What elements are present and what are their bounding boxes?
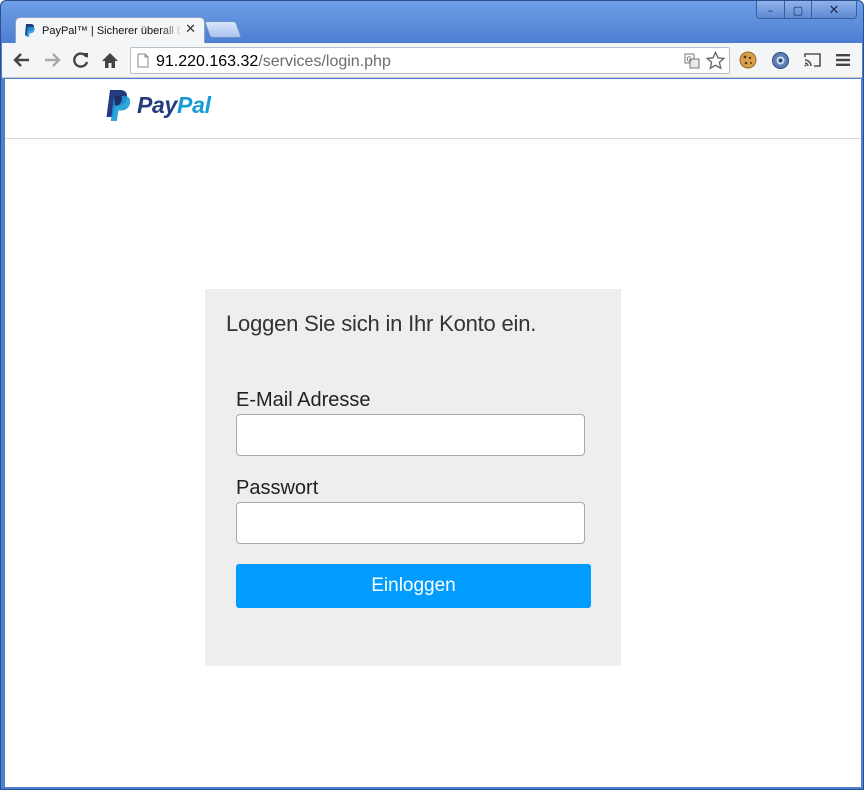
paypal-wordmark: PayPal bbox=[137, 92, 211, 119]
browser-tab[interactable]: PayPal™ | Sicherer überall bezahlen ✕ bbox=[15, 17, 205, 43]
email-field[interactable] bbox=[236, 414, 585, 456]
url-text: 91.220.163.32/services/login.php bbox=[156, 53, 391, 71]
password-label: Passwort bbox=[236, 477, 319, 499]
browser-window: – ▢ ✕ PayPal™ | Sicherer überall bezahle… bbox=[0, 0, 864, 790]
title-bar: – ▢ ✕ PayPal™ | Sicherer überall bezahle… bbox=[1, 1, 863, 43]
password-field[interactable] bbox=[236, 502, 585, 544]
menu-icon[interactable] bbox=[833, 50, 853, 70]
paypal-logo[interactable]: PayPal bbox=[105, 90, 211, 121]
url-host: 91.220.163.32 bbox=[156, 53, 259, 70]
globe-extension-icon[interactable] bbox=[770, 50, 790, 70]
email-label: E-Mail Adresse bbox=[236, 389, 371, 411]
star-icon[interactable] bbox=[705, 50, 726, 75]
login-card: Loggen Sie sich in Ihr Konto ein. E-Mail… bbox=[205, 289, 621, 666]
window-controls: – ▢ ✕ bbox=[756, 1, 857, 19]
tab-close-icon[interactable]: ✕ bbox=[185, 22, 196, 37]
tab-title: PayPal™ | Sicherer überall bezahlen bbox=[42, 24, 182, 37]
login-button[interactable]: Einloggen bbox=[236, 564, 591, 608]
address-bar[interactable]: 91.220.163.32/services/login.php G bbox=[130, 47, 730, 74]
paypal-monogram-icon bbox=[106, 90, 131, 121]
logo-pal: Pal bbox=[177, 92, 211, 118]
minimize-button[interactable]: – bbox=[757, 1, 784, 18]
home-icon[interactable] bbox=[100, 50, 120, 70]
login-heading: Loggen Sie sich in Ihr Konto ein. bbox=[226, 311, 537, 336]
back-arrow-icon[interactable] bbox=[12, 50, 32, 70]
browser-toolbar: 91.220.163.32/services/login.php G bbox=[2, 43, 862, 78]
cast-icon[interactable] bbox=[802, 50, 822, 70]
paypal-favicon-icon bbox=[24, 23, 36, 38]
cookie-icon[interactable] bbox=[738, 50, 758, 70]
translate-icon[interactable]: G bbox=[684, 53, 700, 74]
page-viewport: PayPal Loggen Sie sich in Ihr Konto ein.… bbox=[5, 79, 861, 787]
site-header: PayPal bbox=[5, 79, 861, 139]
url-path: /services/login.php bbox=[258, 53, 391, 70]
new-tab-button[interactable] bbox=[203, 21, 243, 38]
page-icon bbox=[137, 53, 149, 73]
forward-arrow-icon[interactable] bbox=[42, 50, 62, 70]
svg-text:G: G bbox=[687, 55, 692, 63]
close-window-button[interactable]: ✕ bbox=[811, 1, 856, 18]
logo-pay: Pay bbox=[137, 92, 178, 118]
maximize-button[interactable]: ▢ bbox=[784, 1, 811, 18]
reload-icon[interactable] bbox=[71, 50, 91, 70]
